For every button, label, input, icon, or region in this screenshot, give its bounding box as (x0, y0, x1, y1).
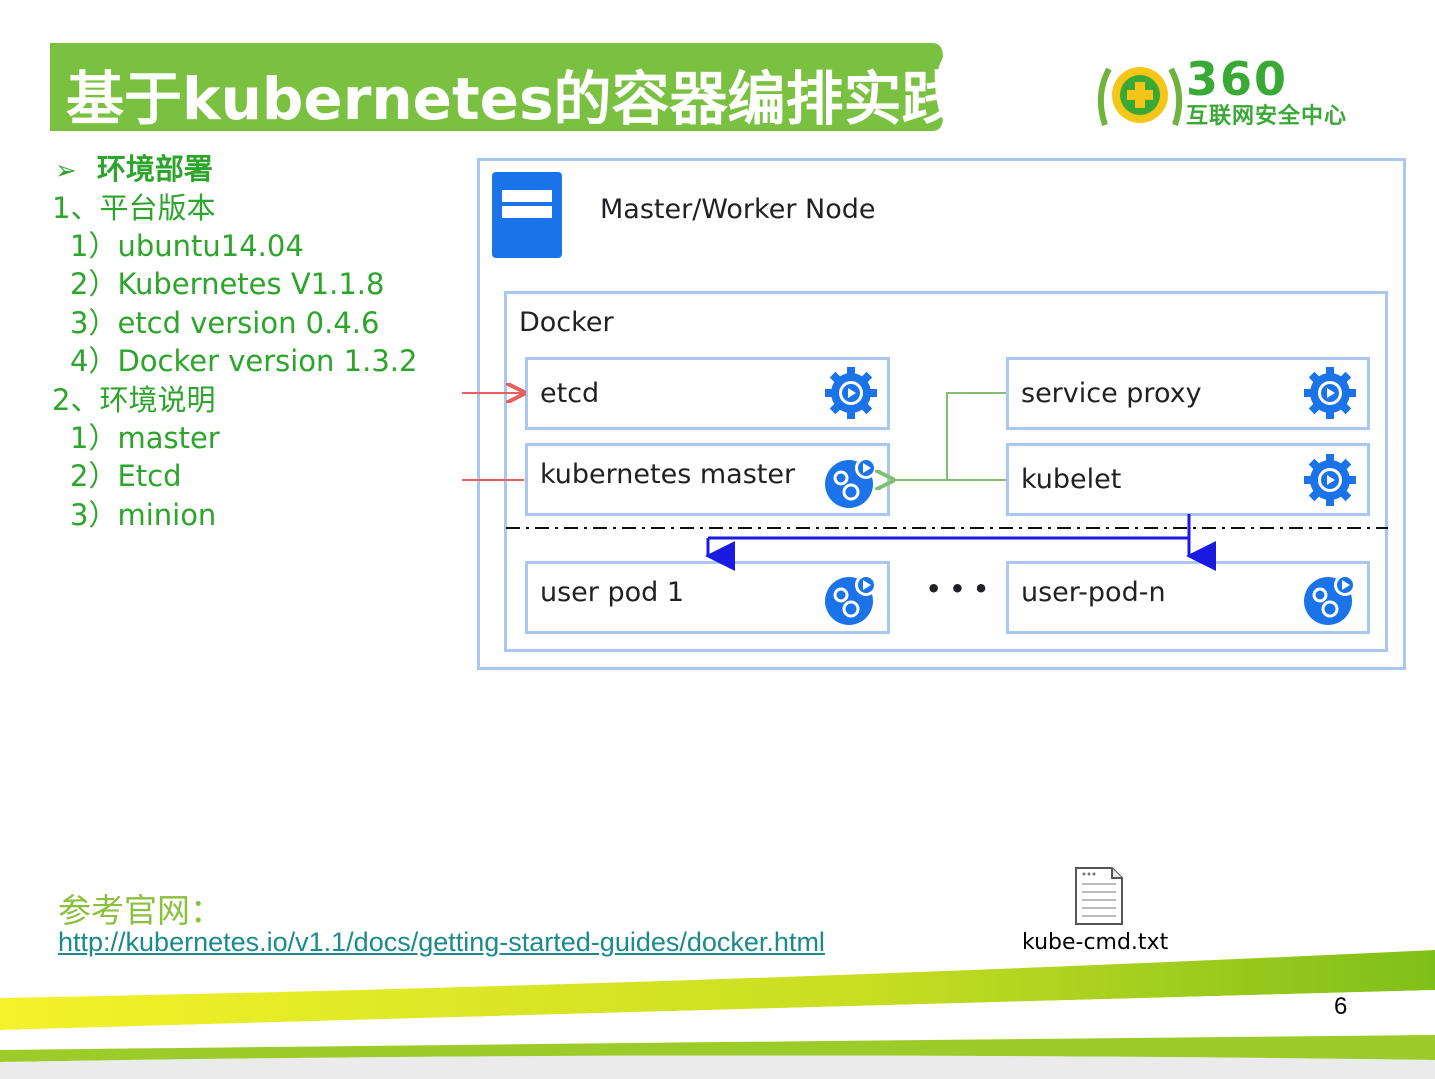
green-line (946, 392, 1006, 480)
text-file-icon[interactable] (1074, 866, 1124, 931)
reference-label: 参考官网： (58, 891, 223, 930)
footer-swoosh (0, 950, 1435, 1079)
page-number: 6 (1334, 993, 1348, 1020)
